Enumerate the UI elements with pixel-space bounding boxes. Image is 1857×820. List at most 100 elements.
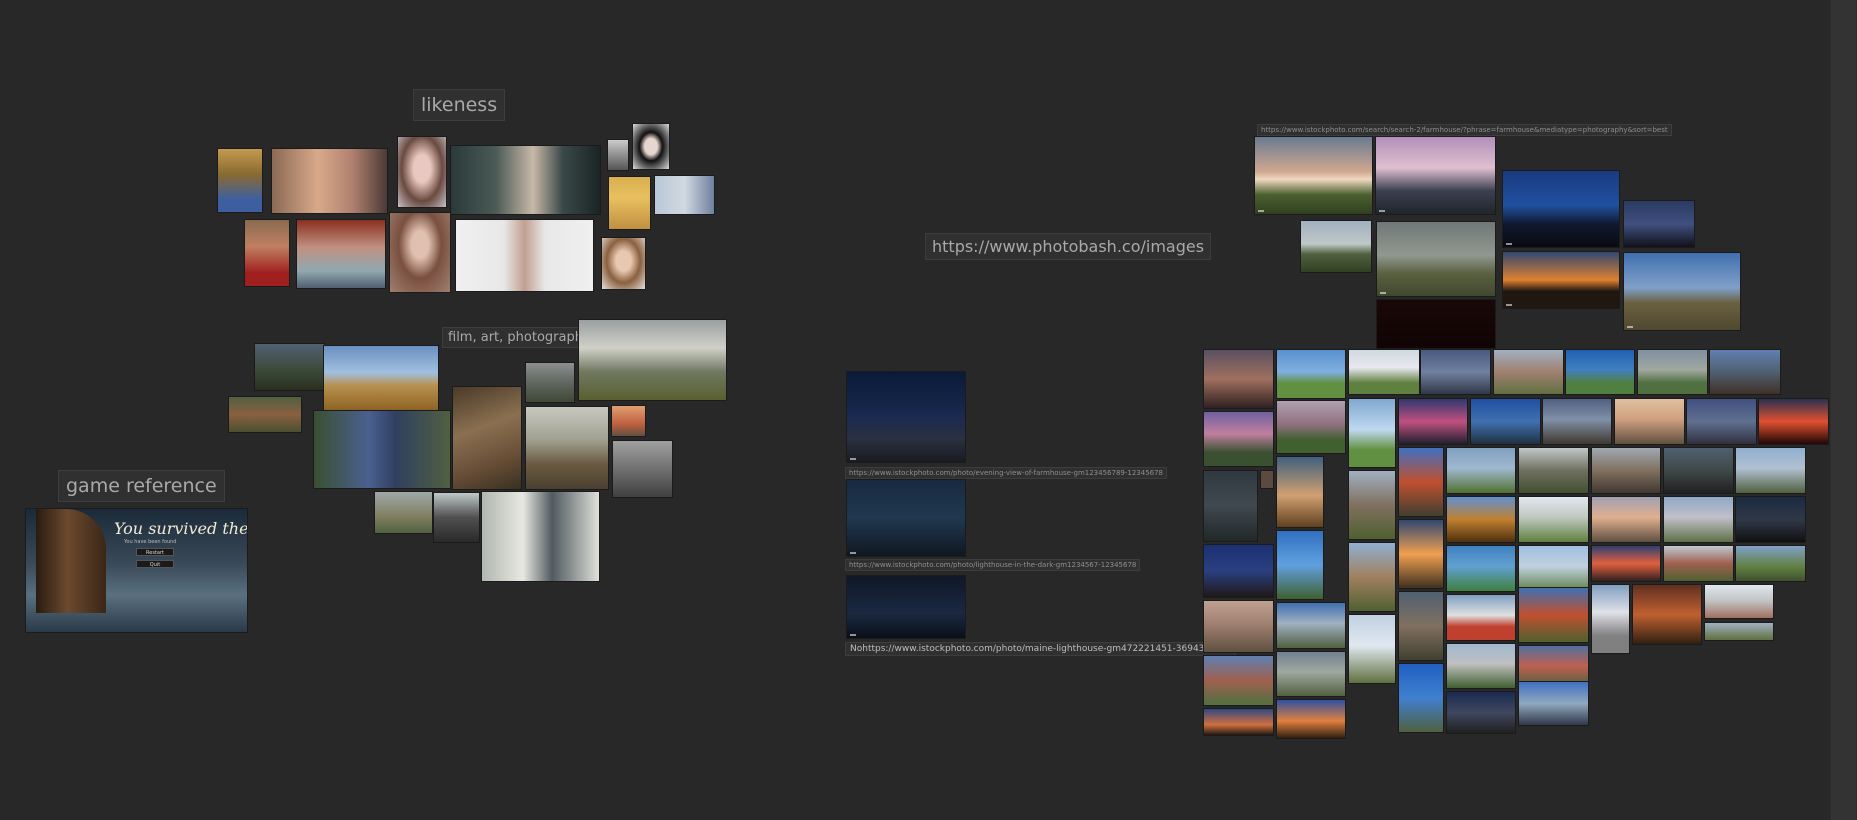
farmhouse-photo[interactable] xyxy=(1276,602,1346,649)
farmhouse-photo[interactable] xyxy=(1260,470,1274,489)
likeness-photo[interactable] xyxy=(397,136,447,208)
farmhouse-photo[interactable] xyxy=(1300,220,1372,273)
farmhouse-photo[interactable] xyxy=(1591,545,1661,582)
farmhouse-photo[interactable] xyxy=(1348,614,1396,684)
farmhouse-photo[interactable] xyxy=(1203,411,1274,467)
farmhouse-photo[interactable] xyxy=(1398,398,1468,445)
likeness-photo[interactable] xyxy=(607,139,629,171)
photobash-url-label[interactable]: https://www.photobash.co/images xyxy=(925,233,1212,260)
likeness-photo[interactable] xyxy=(601,237,646,290)
farmhouse-photo[interactable] xyxy=(1735,496,1806,543)
film-photo[interactable] xyxy=(481,491,600,582)
farmhouse-photo[interactable] xyxy=(1663,447,1734,494)
farmhouse-photo[interactable] xyxy=(1276,349,1346,399)
farmhouse-photo[interactable] xyxy=(1398,447,1444,517)
farmhouse-photo[interactable] xyxy=(1493,349,1564,395)
farmhouse-photo[interactable] xyxy=(1704,584,1774,619)
farmhouse-photo[interactable] xyxy=(1518,447,1589,494)
farmhouse-photo[interactable] xyxy=(1591,584,1630,654)
farmhouse-photo[interactable] xyxy=(1623,252,1741,331)
farmhouse-photo[interactable] xyxy=(1420,349,1491,395)
likeness-photo[interactable] xyxy=(296,219,386,289)
farmhouse-photo[interactable] xyxy=(1663,496,1734,543)
farmhouse-photo[interactable] xyxy=(1254,136,1373,215)
likeness-photo[interactable] xyxy=(608,176,651,230)
istock-url-label-1[interactable]: https://www.istockphoto.com/photo/evenin… xyxy=(845,467,1168,479)
film-photo[interactable] xyxy=(313,410,451,489)
farmhouse-photo[interactable] xyxy=(1446,691,1516,734)
likeness-photo[interactable] xyxy=(450,145,601,215)
farmhouse-photo[interactable] xyxy=(1470,398,1541,445)
farmhouse-photo[interactable] xyxy=(1376,221,1496,297)
farmhouse-photo[interactable] xyxy=(1518,545,1589,592)
istock-url-label-2[interactable]: https://www.istockphoto.com/photo/lighth… xyxy=(845,559,1141,571)
farmhouse-photo[interactable] xyxy=(1348,542,1396,612)
farmhouse-photo[interactable] xyxy=(1758,398,1829,445)
likeness-photo[interactable] xyxy=(389,212,451,293)
farmhouse-photo[interactable] xyxy=(1375,136,1496,215)
farmhouse-photo[interactable] xyxy=(1203,600,1274,653)
farmhouse-photo[interactable] xyxy=(1203,544,1274,598)
film-photo[interactable] xyxy=(254,343,325,391)
farmhouse-photo[interactable] xyxy=(1203,708,1274,736)
likeness-photo[interactable] xyxy=(654,175,715,215)
film-art-photography-label[interactable]: film, art, photography xyxy=(442,327,597,348)
farmhouse-photo[interactable] xyxy=(1348,398,1396,468)
farmhouse-photo[interactable] xyxy=(1542,398,1612,445)
film-photo[interactable] xyxy=(578,319,727,401)
farmhouse-photo[interactable] xyxy=(1502,251,1620,309)
farmhouse-photo[interactable] xyxy=(1276,530,1324,600)
film-photo[interactable] xyxy=(452,386,522,490)
farmhouse-photo[interactable] xyxy=(1704,622,1774,641)
farmhouse-photo[interactable] xyxy=(1565,349,1635,395)
farmhouse-photo[interactable] xyxy=(1376,299,1496,349)
film-photo[interactable] xyxy=(612,440,673,498)
film-photo[interactable] xyxy=(525,362,575,403)
farmhouse-photo[interactable] xyxy=(1709,349,1781,395)
film-photo[interactable] xyxy=(228,396,302,433)
likeness-label[interactable]: likeness xyxy=(413,89,506,121)
istock-url-label-3[interactable]: Nohttps://www.istockphoto.com/photo/main… xyxy=(845,642,1236,656)
farmhouse-photo[interactable] xyxy=(1446,447,1516,494)
lighthouse-photo[interactable] xyxy=(846,479,966,557)
farmhouse-photo[interactable] xyxy=(1591,496,1661,543)
likeness-photo[interactable] xyxy=(455,219,594,292)
farmhouse-photo[interactable] xyxy=(1735,545,1806,582)
likeness-photo[interactable] xyxy=(244,219,290,287)
farmhouse-photo[interactable] xyxy=(1591,447,1661,494)
farmhouse-photo[interactable] xyxy=(1686,398,1757,445)
farmhouse-photo[interactable] xyxy=(1203,470,1258,542)
scrollbar-thumb[interactable] xyxy=(1831,0,1856,820)
farmhouse-photo[interactable] xyxy=(1637,349,1708,395)
farmhouse-photo[interactable] xyxy=(1518,681,1589,726)
likeness-photo[interactable] xyxy=(632,123,670,170)
farmhouse-photo[interactable] xyxy=(1203,349,1274,409)
farmhouse-photo[interactable] xyxy=(1502,170,1620,248)
farmhouse-photo[interactable] xyxy=(1623,200,1695,248)
likeness-photo[interactable] xyxy=(217,148,263,213)
farmhouse-photo[interactable] xyxy=(1276,651,1346,697)
farmhouse-photo[interactable] xyxy=(1518,587,1589,643)
farmhouse-photo[interactable] xyxy=(1632,584,1702,645)
farmhouse-photo[interactable] xyxy=(1276,400,1346,454)
farmhouse-photo[interactable] xyxy=(1446,545,1516,592)
film-photo[interactable] xyxy=(525,406,609,490)
farmhouse-photo[interactable] xyxy=(1446,643,1516,689)
lighthouse-photo[interactable] xyxy=(846,371,966,463)
farmhouse-photo[interactable] xyxy=(1203,655,1274,706)
lighthouse-photo[interactable] xyxy=(846,575,966,639)
farmhouse-photo[interactable] xyxy=(1614,398,1685,445)
farmhouse-photo[interactable] xyxy=(1276,456,1324,528)
film-photo[interactable] xyxy=(323,345,439,413)
farmhouse-photo[interactable] xyxy=(1398,519,1444,589)
istock-search-url-label[interactable]: https://www.istockphoto.com/search/searc… xyxy=(1257,124,1672,136)
likeness-photo[interactable] xyxy=(271,148,388,214)
film-photo[interactable] xyxy=(611,405,646,437)
farmhouse-photo[interactable] xyxy=(1348,470,1396,540)
farmhouse-photo[interactable] xyxy=(1446,594,1516,641)
farmhouse-photo[interactable] xyxy=(1276,699,1346,739)
farmhouse-photo[interactable] xyxy=(1663,545,1734,582)
farmhouse-photo[interactable] xyxy=(1398,591,1444,661)
game-screenshot[interactable]: You survived the storm You have been fou… xyxy=(25,508,248,633)
farmhouse-photo[interactable] xyxy=(1446,496,1516,543)
